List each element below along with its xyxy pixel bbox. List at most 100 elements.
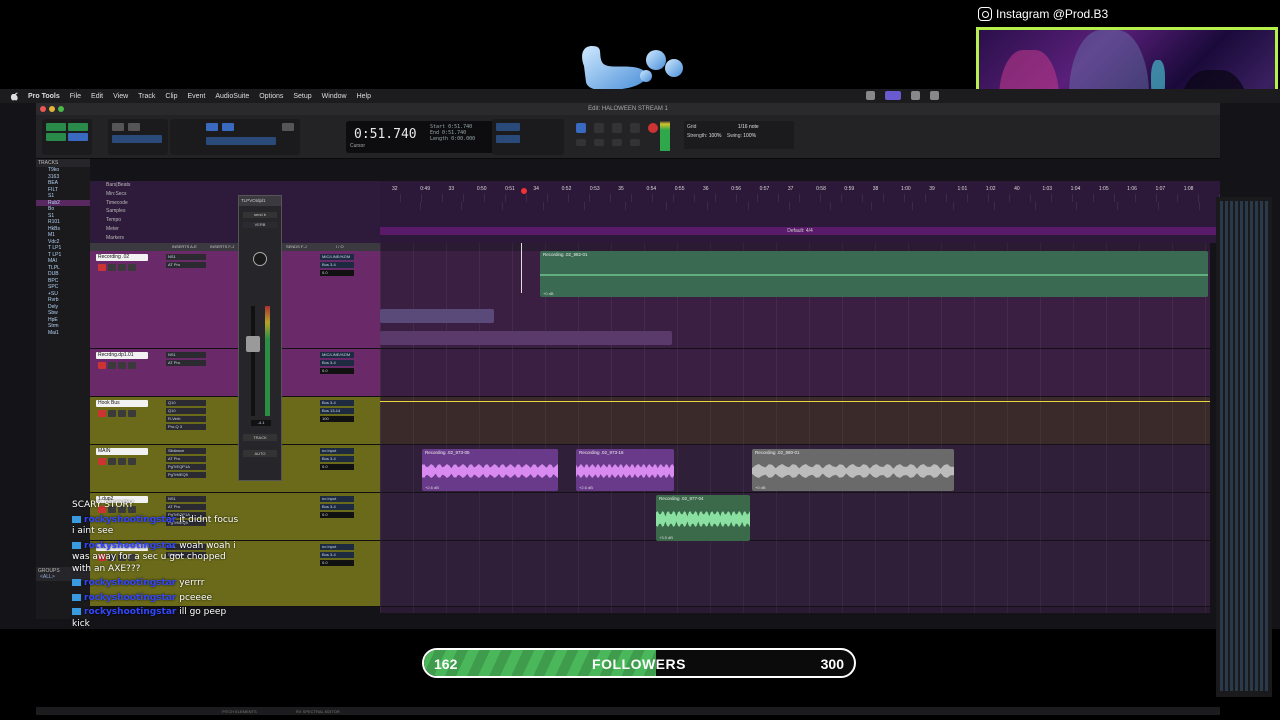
go-to-start-button[interactable] bbox=[612, 139, 622, 146]
track-name[interactable]: Hook Bus bbox=[96, 400, 148, 407]
record-arm-button[interactable] bbox=[98, 458, 106, 465]
trim-tool[interactable] bbox=[206, 123, 218, 131]
record-arm-button[interactable] bbox=[98, 264, 106, 271]
main-counter[interactable]: 0:51.740 Start 0:51.740 End 0:51.740 Len… bbox=[346, 121, 496, 153]
strip-fader-cap[interactable] bbox=[246, 336, 260, 352]
io-slot[interactable]: Bus 3-4 bbox=[320, 262, 354, 268]
io-slot[interactable]: MIC/LINE/HZ/M bbox=[320, 352, 354, 358]
input-monitor-button[interactable] bbox=[108, 458, 116, 465]
track-header[interactable]: Recrdng.dp1.01 NS1 AT Pro MIC/LINE/HZ/M Bu… bbox=[90, 349, 380, 397]
io-slot[interactable]: Bus 3-4 bbox=[320, 360, 354, 366]
playlist-clip[interactable] bbox=[380, 309, 494, 323]
sync-icon[interactable] bbox=[866, 91, 875, 100]
audio-clip[interactable]: Recording .02_980-01 +0 dB bbox=[752, 449, 954, 491]
io-slot[interactable]: Bus 3-4 bbox=[320, 552, 354, 558]
chat-username[interactable]: rockyshootingstar bbox=[84, 515, 176, 525]
close-icon[interactable] bbox=[40, 106, 46, 112]
menu-edit[interactable]: Edit bbox=[91, 93, 103, 100]
mute-button[interactable] bbox=[128, 264, 136, 271]
insert-slot[interactable]: Sibilance bbox=[166, 448, 206, 454]
input-monitor-button[interactable] bbox=[108, 264, 116, 271]
screen-icon[interactable] bbox=[885, 91, 901, 100]
audio-clip[interactable]: Recording .02_982-01 +0 dB bbox=[540, 251, 1208, 297]
io-slot[interactable]: Bus 3-4 bbox=[320, 400, 354, 406]
insert-slot[interactable]: Q10 bbox=[166, 408, 206, 414]
track-lane[interactable] bbox=[380, 397, 1210, 445]
insert-slot[interactable]: NS1 bbox=[166, 254, 206, 260]
io-slot[interactable]: no input bbox=[320, 544, 354, 550]
rewind-button[interactable] bbox=[576, 139, 586, 146]
zoom-icon[interactable] bbox=[58, 106, 64, 112]
apple-icon[interactable] bbox=[10, 91, 20, 101]
record-arm-button[interactable] bbox=[98, 362, 106, 369]
solo-button[interactable] bbox=[118, 458, 126, 465]
io-slot[interactable]: no input bbox=[320, 448, 354, 454]
audio-clip[interactable]: Recording .02_973-05 +2.6 dB bbox=[422, 449, 558, 491]
track-name[interactable]: Recrdng.dp1.01 bbox=[96, 352, 148, 359]
playhead-marker[interactable] bbox=[521, 188, 527, 194]
play-button[interactable] bbox=[630, 123, 640, 133]
track-lane[interactable] bbox=[380, 541, 1210, 607]
loop-button[interactable] bbox=[594, 123, 604, 133]
track-header[interactable]: Hook Bus Q10 Q10 R-Verb Pro-Q 3 Bus 3-4 Bus … bbox=[90, 397, 380, 445]
track-volume[interactable]: 0.0 bbox=[320, 560, 354, 566]
chat-username[interactable]: rockyshootingstar bbox=[84, 593, 176, 603]
menu-options[interactable]: Options bbox=[259, 93, 283, 100]
mute-button[interactable] bbox=[128, 458, 136, 465]
control-icon[interactable] bbox=[911, 91, 920, 100]
grid-button[interactable] bbox=[68, 133, 88, 141]
io-slot[interactable]: Bus 3-4 bbox=[320, 456, 354, 462]
menu-clip[interactable]: Clip bbox=[165, 93, 177, 100]
spot-button[interactable] bbox=[68, 123, 88, 131]
menu-file[interactable]: File bbox=[70, 93, 81, 100]
nudge-value-button[interactable] bbox=[496, 135, 520, 143]
shuffle-button[interactable] bbox=[46, 123, 66, 131]
chat-username[interactable]: rockyshootingstar bbox=[84, 578, 176, 588]
track-lane[interactable] bbox=[380, 349, 1210, 397]
edit-window-timeline[interactable]: Recording .02_982-01 +0 dB Recording .02… bbox=[380, 243, 1210, 613]
track-volume[interactable]: 0.0 bbox=[320, 270, 354, 276]
insert-slot[interactable]: NS1 bbox=[166, 352, 206, 358]
zoom-in-button[interactable] bbox=[128, 123, 140, 131]
solo-button[interactable] bbox=[118, 362, 126, 369]
go-to-end-button[interactable] bbox=[630, 139, 640, 146]
io-slot[interactable]: Bus 3-4 bbox=[320, 504, 354, 510]
online-button[interactable] bbox=[576, 123, 586, 133]
record-button[interactable] bbox=[648, 123, 658, 133]
grid-settings[interactable]: Grid 1/16 note Strength: 100% Swing: 100… bbox=[684, 121, 794, 149]
zoom-out-button[interactable] bbox=[112, 123, 124, 131]
minimize-icon[interactable] bbox=[49, 106, 55, 112]
insert-slot[interactable]: PgTrMEQ5 bbox=[166, 472, 206, 478]
menu-track[interactable]: Track bbox=[138, 93, 155, 100]
menu-setup[interactable]: Setup bbox=[293, 93, 311, 100]
input-monitor-button[interactable] bbox=[108, 362, 116, 369]
smart-tool[interactable] bbox=[206, 137, 276, 145]
tracks-header[interactable]: TRACKS bbox=[36, 159, 90, 167]
track-lane[interactable] bbox=[380, 493, 1210, 541]
selector-tool[interactable] bbox=[222, 123, 234, 131]
menu-event[interactable]: Event bbox=[187, 93, 205, 100]
insert-slot[interactable]: Q10 bbox=[166, 400, 206, 406]
stop-button[interactable] bbox=[612, 123, 622, 133]
track-header[interactable]: MAIN Sibilance AT Pro PgTrEQP1A PgTrMEQ5 no… bbox=[90, 445, 380, 493]
insert-slot[interactable]: AT Pro bbox=[166, 262, 206, 268]
strip-pan-knob[interactable] bbox=[253, 252, 267, 266]
input-icon[interactable] bbox=[930, 91, 939, 100]
floating-channel-strip[interactable]: TLPVOIdpl1 send b VERB -4.1 TRACK AUTO bbox=[238, 195, 282, 481]
solo-button[interactable] bbox=[118, 264, 126, 271]
menu-window[interactable]: Window bbox=[322, 93, 347, 100]
insert-slot[interactable]: R-Verb bbox=[166, 416, 206, 422]
strip-track-button[interactable]: TRACK bbox=[243, 434, 277, 441]
io-slot[interactable]: Bus 13-14 bbox=[320, 408, 354, 414]
chat-username[interactable]: rockyshootingstar bbox=[84, 607, 176, 617]
pitch-elements-tab[interactable]: PITCH ELEMENTS bbox=[222, 709, 257, 714]
io-slot[interactable]: MIC/LINE/HZ/M bbox=[320, 254, 354, 260]
slip-button[interactable] bbox=[46, 133, 66, 141]
track-header[interactable]: Recording .02 NS1 AT Pro MIC/LINE/HZ/M Bus… bbox=[90, 251, 380, 349]
track-volume[interactable]: 0.0 bbox=[320, 512, 354, 518]
mute-button[interactable] bbox=[128, 362, 136, 369]
mute-button[interactable] bbox=[128, 410, 136, 417]
track-volume[interactable]: 0.0 bbox=[320, 464, 354, 470]
record-arm-button[interactable] bbox=[98, 410, 106, 417]
insert-slot[interactable]: PgTrEQP1A bbox=[166, 464, 206, 470]
